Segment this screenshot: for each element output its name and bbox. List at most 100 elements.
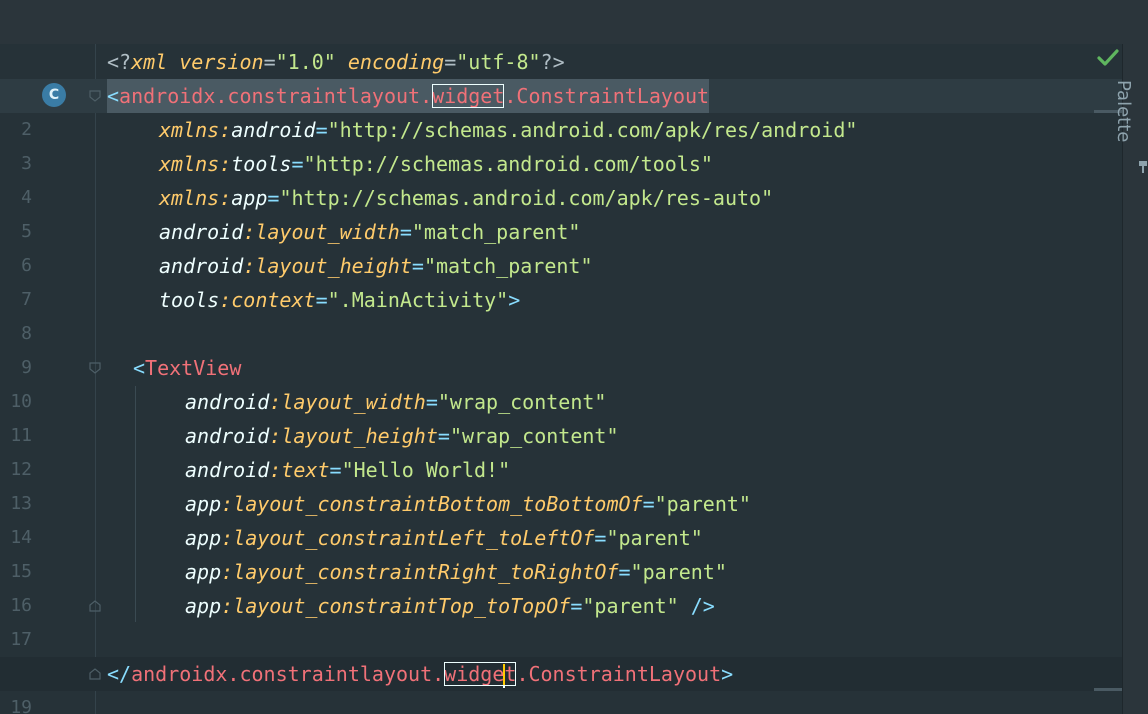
code-line[interactable]: 15 app:layout_constraintLeft_toLeftOf="p…: [0, 521, 1122, 582]
code-line[interactable]: 17 app:layout_constraintTop_toTopOf="par…: [0, 589, 1122, 650]
fold-icon[interactable]: [89, 362, 101, 374]
attr-name: text: [281, 458, 330, 482]
tag-name: TextView: [145, 356, 242, 380]
fold-icon[interactable]: [89, 668, 101, 680]
attr-equals: =: [315, 288, 328, 312]
attr-colon: :: [243, 254, 256, 278]
attr-namespace: app: [185, 560, 222, 584]
code-line[interactable]: 2 <androidx.constraintlayout.widget.Cons…: [0, 79, 1122, 140]
attr-name: layout_width: [255, 220, 400, 244]
matched-word-tail: t: [504, 662, 517, 686]
attr-equals: =: [267, 186, 280, 210]
attr-colon: :: [243, 220, 256, 244]
tag-open-bracket: </: [107, 662, 132, 686]
encoding-attr: encoding: [347, 50, 445, 74]
attr-namespace: android: [159, 254, 244, 278]
attr-value: "parent": [582, 594, 679, 618]
code-line[interactable]: 8 tools:context=".MainActivity">: [0, 283, 1122, 344]
attr-colon: :: [221, 560, 234, 584]
attr-colon: :: [221, 492, 234, 516]
attr-value: "http://schemas.android.com/apk/res/andr…: [327, 118, 858, 142]
encoding-value: "utf-8": [456, 50, 541, 74]
attr-value: "Hello World!": [341, 458, 511, 482]
code-line[interactable]: 12 android:layout_height="wrap_content": [0, 419, 1122, 480]
code-line[interactable]: 1 <?xml version="1.0" encoding="utf-8"?>: [0, 45, 1122, 106]
attr-value: "wrap_content": [437, 390, 607, 414]
attr-namespace: android: [185, 424, 270, 448]
code-line[interactable]: 14 app:layout_constraintBottom_toBottomO…: [0, 487, 1122, 548]
tag-self-close: />: [678, 594, 715, 618]
attr-name: app: [231, 186, 268, 210]
code-line[interactable]: 18: [0, 623, 1122, 684]
class-badge-icon[interactable]: C: [42, 83, 66, 107]
pi-open: <?: [107, 50, 132, 74]
code-line[interactable]: 9: [0, 317, 1122, 378]
fold-icon[interactable]: [89, 600, 101, 612]
attr-namespace: app: [185, 492, 222, 516]
code-line[interactable]: 13 android:text="Hello World!": [0, 453, 1122, 514]
line-number: 19: [10, 697, 32, 714]
tag-close-bracket: >: [721, 662, 734, 686]
code-line[interactable]: 6 android:layout_width="match_parent": [0, 215, 1122, 276]
code-line[interactable]: 11 android:layout_width="wrap_content": [0, 385, 1122, 446]
attr-namespace: xmlns: [159, 118, 220, 142]
attr-value: "parent": [630, 560, 727, 584]
attr-equals: =: [315, 118, 328, 142]
attr-colon: :: [221, 526, 234, 550]
code-line[interactable]: 3 xmlns:android="http://schemas.android.…: [0, 113, 1122, 174]
version-value: "1.0": [275, 50, 336, 74]
matched-word: widge: [444, 662, 505, 686]
pi-close: ?>: [540, 50, 565, 74]
attr-name: layout_constraintTop_toTopOf: [233, 594, 571, 618]
fold-icon[interactable]: [89, 90, 101, 102]
attr-equals: =: [618, 560, 631, 584]
palette-panel[interactable]: [1122, 44, 1148, 714]
code-line[interactable]: 5 xmlns:app="http://schemas.android.com/…: [0, 181, 1122, 242]
tag-name-part: androidx.constraintlayout.: [131, 662, 445, 686]
code-line[interactable]: 4 xmlns:tools="http://schemas.android.co…: [0, 147, 1122, 208]
attr-value: "http://schemas.android.com/tools": [303, 152, 713, 176]
attr-name: layout_constraintBottom_toBottomOf: [233, 492, 643, 516]
attr-namespace: app: [185, 526, 222, 550]
attr-namespace: android: [185, 458, 270, 482]
attr-namespace: android: [185, 390, 270, 414]
attr-equals: =: [425, 390, 438, 414]
scroll-marker: [1094, 688, 1122, 691]
attr-equals: =: [437, 424, 450, 448]
attr-name: layout_width: [281, 390, 426, 414]
tag-name-part: androidx.constraintlayout.: [119, 84, 433, 108]
attr-namespace: xmlns: [159, 152, 220, 176]
attr-equals: =: [291, 152, 304, 176]
attr-colon: :: [219, 118, 232, 142]
code-line[interactable]: 10 <TextView: [0, 351, 1122, 412]
attr-value: "parent": [654, 492, 751, 516]
attr-colon: :: [269, 458, 282, 482]
attr-value: "http://schemas.android.com/apk/res-auto…: [279, 186, 774, 210]
code-line[interactable]: 7 android:layout_height="match_parent": [0, 249, 1122, 310]
tag-open-bracket: <: [107, 84, 120, 108]
xml-keyword: xml: [131, 50, 168, 74]
attr-equals: =: [411, 254, 424, 278]
attr-name: android: [231, 118, 316, 142]
attr-equals: =: [642, 492, 655, 516]
version-attr: version: [179, 50, 264, 74]
attr-equals: =: [594, 526, 607, 550]
attr-colon: :: [269, 424, 282, 448]
attr-namespace: tools: [159, 288, 220, 312]
attr-colon: :: [219, 288, 232, 312]
palette-icon[interactable]: [1138, 160, 1148, 174]
attr-value: "match_parent": [411, 220, 581, 244]
tag-close-bracket: >: [508, 288, 521, 312]
attr-value: "match_parent": [423, 254, 593, 278]
attr-value: ".MainActivity": [327, 288, 509, 312]
palette-tab-label[interactable]: Palette: [1113, 80, 1134, 142]
attr-value: "wrap_content": [449, 424, 619, 448]
matched-word: widget: [432, 84, 505, 108]
attr-value: "parent": [606, 526, 703, 550]
attr-equals: =: [570, 594, 583, 618]
tag-name-part: .ConstraintLayout: [516, 662, 722, 686]
attr-name: tools: [231, 152, 292, 176]
code-line[interactable]: 16 app:layout_constraintRight_toRightOf=…: [0, 555, 1122, 616]
check-icon[interactable]: [1096, 46, 1120, 70]
code-line[interactable]: 19 </androidx.constraintlayout.widget.Co…: [0, 657, 1122, 714]
